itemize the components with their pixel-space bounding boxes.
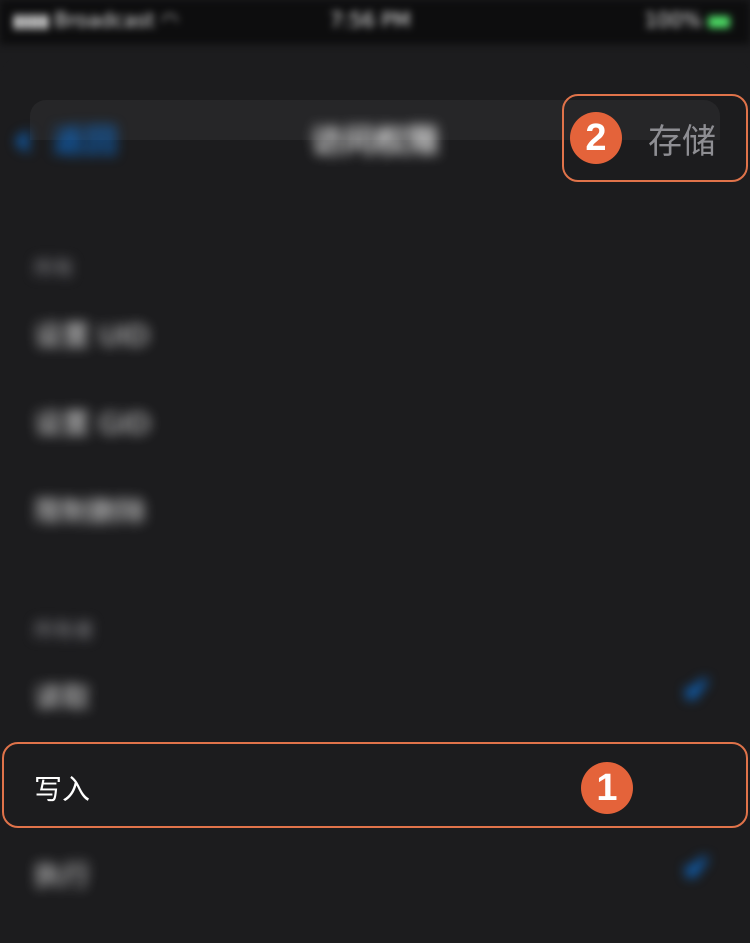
step-1-badge: 1 — [581, 762, 633, 814]
signal-icon — [14, 14, 48, 29]
list-item-label: 设置 UID — [34, 319, 150, 352]
battery-indicator: 100% — [644, 8, 730, 32]
list-item-label: 写入 — [34, 773, 91, 806]
list-item-label: 读取 — [34, 681, 91, 714]
list-item-set-gid[interactable]: 设置 GID — [0, 378, 750, 466]
save-button[interactable]: 存储 — [648, 114, 716, 163]
battery-percent: 100% — [644, 8, 702, 32]
carrier-label: Broadcast — [54, 8, 155, 32]
checkmark-icon: ✔ — [682, 848, 713, 889]
list-item-label: 限制删除 — [34, 495, 147, 528]
checkmark-icon: ✔ — [682, 670, 713, 711]
list-item-set-uid[interactable]: 设置 UID — [0, 290, 750, 378]
status-time: 7:56 PM — [330, 8, 411, 32]
list-item-label: 执行 — [34, 859, 91, 892]
wifi-icon: ◠ — [160, 8, 179, 32]
section-header-owner: 所有者 — [34, 618, 94, 642]
list-item-execute[interactable]: 执行 ✔ — [0, 830, 750, 918]
carrier-indicator: Broadcast ◠ — [14, 8, 178, 32]
list-item-read[interactable]: 读取 ✔ — [0, 652, 750, 740]
status-bar: Broadcast ◠ 7:56 PM 100% — [0, 0, 750, 44]
section-header-special: 所有 — [34, 256, 74, 280]
list-item-sticky[interactable]: 限制删除 — [0, 466, 750, 554]
list-item-write[interactable]: 写入 — [2, 742, 748, 828]
battery-icon — [708, 15, 730, 28]
list-item-label: 设置 GID — [34, 407, 151, 440]
step-2-badge: 2 — [570, 112, 622, 164]
